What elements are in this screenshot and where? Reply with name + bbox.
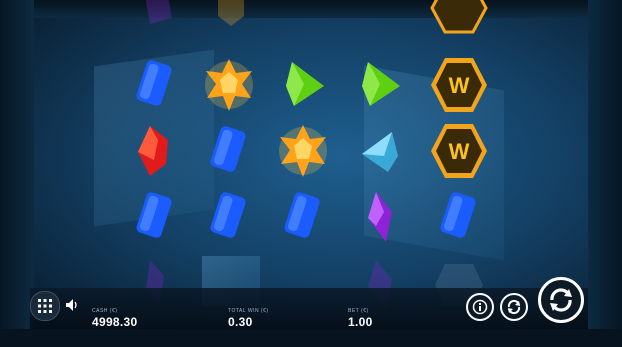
total-win-label: TOTAL WIN (€) xyxy=(228,308,269,314)
purple-gem-symbol xyxy=(348,186,410,248)
speaker-icon xyxy=(66,299,77,311)
wild-symbol: W xyxy=(428,54,490,116)
blue-gem-symbol xyxy=(198,120,260,182)
wild-symbol: W xyxy=(428,120,490,182)
gold-star-gem-symbol xyxy=(272,120,334,182)
green-gem-symbol xyxy=(348,54,410,116)
slot-game-screen: W W CASH (€) 4998.30 TOTAL WIN (€) 0.30 … xyxy=(0,0,622,347)
partial-symbol-top xyxy=(124,0,186,40)
wild-letter: W xyxy=(449,73,470,98)
blue-gem-symbol xyxy=(124,186,186,248)
sound-button[interactable] xyxy=(64,297,80,313)
grid-menu-icon xyxy=(38,299,52,313)
autoplay-icon xyxy=(507,299,521,315)
total-win-value: 0.30 xyxy=(228,315,253,329)
cash-label: CASH (€) xyxy=(92,308,118,314)
blue-gem-symbol xyxy=(272,186,334,248)
red-gem-symbol xyxy=(124,120,186,182)
right-border xyxy=(588,0,622,347)
cyan-gem-symbol xyxy=(348,120,410,182)
partial-wild-top xyxy=(428,0,490,40)
top-border xyxy=(34,0,588,18)
info-button[interactable] xyxy=(466,293,494,321)
gold-star-gem-symbol xyxy=(198,54,260,116)
left-border xyxy=(0,0,34,347)
bet-value[interactable]: 1.00 xyxy=(348,315,373,329)
cash-value: 4998.30 xyxy=(92,315,138,329)
blue-gem-symbol xyxy=(428,186,490,248)
blue-gem-symbol xyxy=(124,54,186,116)
menu-button[interactable] xyxy=(30,291,60,321)
autoplay-button[interactable] xyxy=(500,293,528,321)
wild-letter: W xyxy=(449,139,470,164)
spin-icon xyxy=(550,288,572,312)
partial-symbol-top xyxy=(200,0,262,36)
blue-gem-symbol xyxy=(198,186,260,248)
green-gem-symbol xyxy=(272,54,334,116)
reel-grid: W W xyxy=(34,0,588,310)
spin-button[interactable] xyxy=(538,277,584,323)
bottom-border xyxy=(0,329,622,347)
info-icon xyxy=(472,299,488,315)
bet-label: BET (€) xyxy=(348,308,369,314)
